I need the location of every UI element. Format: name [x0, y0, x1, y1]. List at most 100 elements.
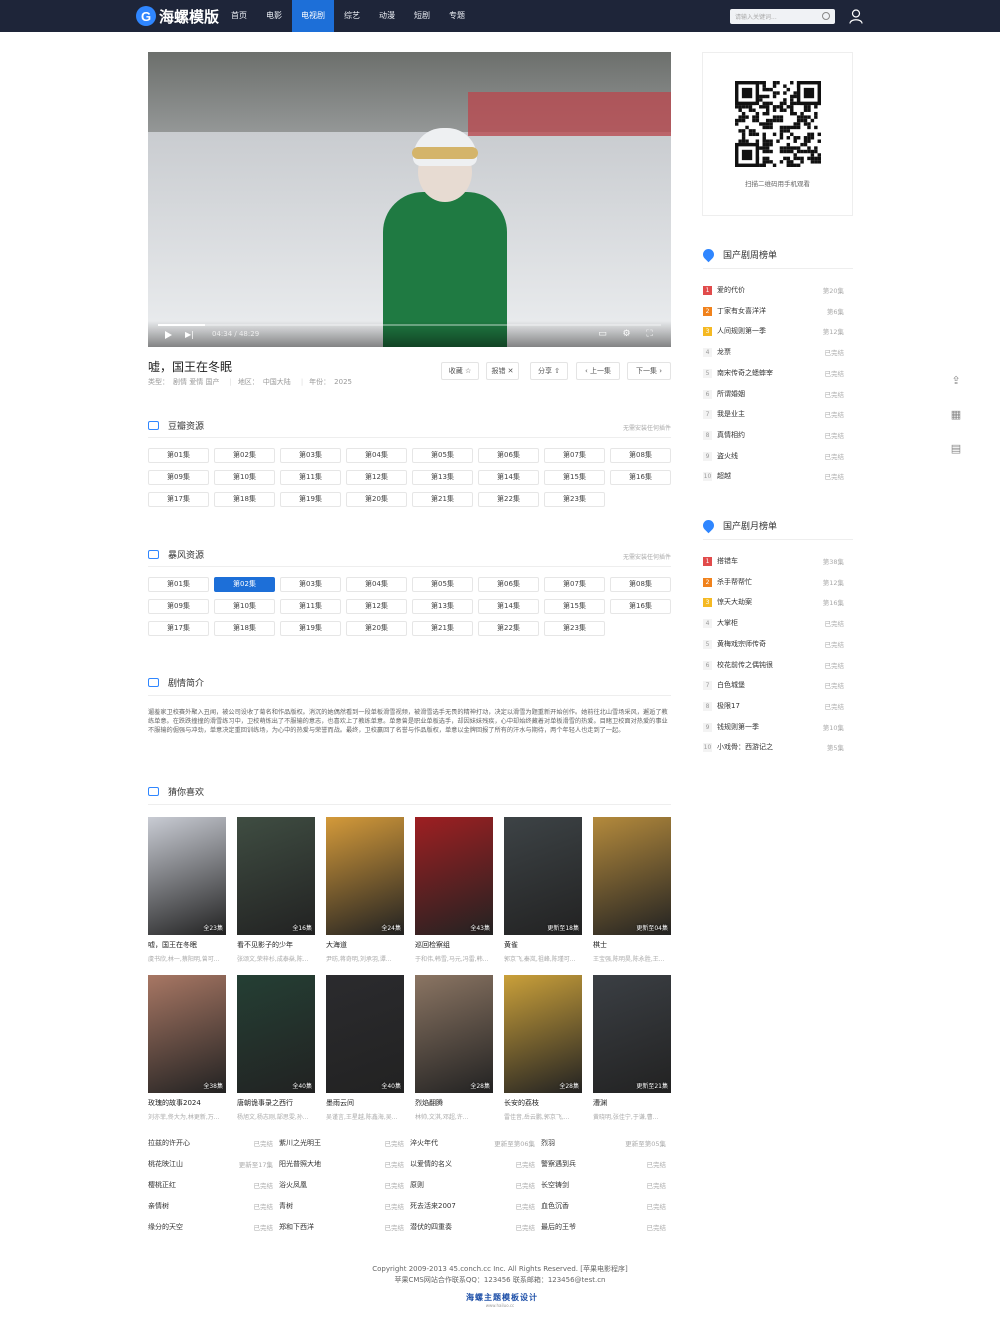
search-box[interactable]: 请输入关键词... [730, 9, 835, 24]
rank-item[interactable]: 6 所谓婚姻 已完结 [703, 389, 844, 401]
movie-poster[interactable]: 全16集 [237, 817, 315, 935]
rank-name[interactable]: 钱规则第一季 [717, 722, 759, 732]
text-list-name[interactable]: 死去活来2007 [410, 1201, 456, 1211]
movie-poster[interactable]: 全28集 [415, 975, 493, 1093]
text-list-name[interactable]: 青树 [279, 1201, 293, 1211]
episode-button[interactable]: 第13集 [412, 599, 473, 614]
rank-item[interactable]: 9 钱规则第一季 第10集 [703, 722, 844, 734]
movie-card[interactable]: 全24集 大海道 尹昉,蒋奇明,刘承羽,谭... [326, 817, 404, 963]
episode-button[interactable]: 第01集 [148, 448, 209, 463]
episode-button[interactable]: 第17集 [148, 492, 209, 507]
episode-button[interactable]: 第16集 [610, 470, 671, 485]
text-list-name[interactable]: 桃花映江山 [148, 1159, 183, 1169]
pip-icon[interactable]: ▭ [597, 330, 608, 339]
text-list-item[interactable]: 缘分的天空 已完结 [148, 1222, 273, 1234]
report-button[interactable]: 报错 ✕ [486, 362, 519, 380]
text-list-item[interactable]: 死去活来2007 已完结 [410, 1201, 535, 1213]
episode-button[interactable]: 第13集 [412, 470, 473, 485]
episode-button[interactable]: 第03集 [280, 448, 341, 463]
movie-title[interactable]: 墨雨云间 [326, 1098, 404, 1108]
text-list-name[interactable]: 最后的王爷 [541, 1222, 576, 1232]
prev-episode-button[interactable]: ‹ 上一集 [576, 362, 620, 380]
text-list-name[interactable]: 拉兹的许开心 [148, 1138, 190, 1148]
episode-button[interactable]: 第05集 [412, 448, 473, 463]
episode-button[interactable]: 第23集 [544, 621, 605, 636]
episode-button[interactable]: 第05集 [412, 577, 473, 592]
text-list-name[interactable]: 浴火凤凰 [279, 1180, 307, 1190]
episode-button[interactable]: 第21集 [412, 492, 473, 507]
rank-name[interactable]: 超越 [717, 471, 731, 481]
search-input[interactable]: 请输入关键词... [735, 12, 777, 21]
rank-item[interactable]: 8 极限17 已完结 [703, 701, 844, 713]
rank-name[interactable]: 大掌柜 [717, 618, 738, 628]
movie-poster[interactable]: 全40集 [326, 975, 404, 1093]
share-button[interactable]: 分享 ⇧ [530, 362, 568, 380]
rank-name[interactable]: 所谓婚姻 [717, 389, 745, 399]
rank-item[interactable]: 7 白色城堡 已完结 [703, 680, 844, 692]
episode-button[interactable]: 第12集 [346, 470, 407, 485]
nav-item[interactable]: 专题 [440, 0, 474, 32]
movie-card[interactable]: 更新至18集 黄雀 郭京飞,秦岚,祖峰,陈瑾可... [504, 817, 582, 963]
rank-item[interactable]: 4 龙票 已完结 [703, 347, 844, 359]
next-episode-button[interactable]: 下一集 › [627, 362, 671, 380]
rank-name[interactable]: 黄梅戏宗师传奇 [717, 639, 766, 649]
movie-title[interactable]: 棋士 [593, 940, 671, 950]
episode-button[interactable]: 第11集 [280, 599, 341, 614]
text-list-name[interactable]: 缘分的天空 [148, 1222, 183, 1232]
episode-button[interactable]: 第12集 [346, 599, 407, 614]
text-list-item[interactable]: 血色沉香 已完结 [541, 1201, 666, 1213]
movie-poster[interactable]: 更新至21集 [593, 975, 671, 1093]
rank-item[interactable]: 3 惊天大劫案 第16集 [703, 597, 844, 609]
play-icon[interactable] [165, 331, 172, 339]
rank-name[interactable]: 小戏骨：西游记之 [717, 742, 773, 752]
nav-item[interactable]: 电影 [257, 0, 291, 32]
rank-item[interactable]: 2 丁家有女喜洋洋 第6集 [703, 306, 844, 318]
rank-name[interactable]: 南宋传奇之蟋蟀宰 [717, 368, 773, 378]
text-list-name[interactable]: 烈羽 [541, 1138, 555, 1148]
rank-name[interactable]: 白色城堡 [717, 680, 745, 690]
episode-button[interactable]: 第16集 [610, 599, 671, 614]
video-player[interactable]: ▶| 04:34 / 48:29 ▭ ⚙ ⛶ [148, 52, 671, 347]
movie-title[interactable]: 唐朝诡事录之西行 [237, 1098, 315, 1108]
episode-button[interactable]: 第11集 [280, 470, 341, 485]
rank-name[interactable]: 爱的代价 [717, 285, 745, 295]
episode-button[interactable]: 第01集 [148, 577, 209, 592]
text-list-item[interactable]: 桃花映江山 更新至17集 [148, 1159, 273, 1171]
text-list-item[interactable]: 樱桃正红 已完结 [148, 1180, 273, 1192]
rank-name[interactable]: 杀手帮帮忙 [717, 577, 752, 587]
episode-button[interactable]: 第20集 [346, 621, 407, 636]
movie-card[interactable]: 全43集 巡回检察组 于和伟,韩雪,马元,冯雷,韩... [415, 817, 493, 963]
rank-item[interactable]: 8 真情相约 已完结 [703, 430, 844, 442]
nav-item[interactable]: 动漫 [370, 0, 404, 32]
text-list-name[interactable]: 潜伏的四重奏 [410, 1222, 452, 1232]
text-list-item[interactable]: 原则 已完结 [410, 1180, 535, 1192]
text-list-item[interactable]: 紫川之光明王 已完结 [279, 1138, 404, 1150]
share-float-icon[interactable]: ⇪ [942, 366, 970, 394]
episode-button[interactable]: 第14集 [478, 470, 539, 485]
movie-card[interactable]: 全40集 唐朝诡事录之西行 杨旭文,杨志刚,郜思雯,孙... [237, 975, 315, 1121]
episode-button[interactable]: 第02集 [214, 577, 275, 592]
movie-title[interactable]: 大海道 [326, 940, 404, 950]
movie-title[interactable]: 巡回检察组 [415, 940, 493, 950]
text-list-item[interactable]: 青树 已完结 [279, 1201, 404, 1213]
movie-title[interactable]: 嘘，国王在冬眠 [148, 940, 226, 950]
episode-button[interactable]: 第08集 [610, 577, 671, 592]
episode-button[interactable]: 第09集 [148, 470, 209, 485]
rank-name[interactable]: 龙票 [717, 347, 731, 357]
text-list-item[interactable]: 郑和下西洋 已完结 [279, 1222, 404, 1234]
site-logo[interactable]: G 海螺模版 [136, 5, 219, 27]
text-list-name[interactable]: 警察遇到兵 [541, 1159, 576, 1169]
text-list-item[interactable]: 最后的王爷 已完结 [541, 1222, 666, 1234]
episode-button[interactable]: 第18集 [214, 621, 275, 636]
movie-card[interactable]: 全23集 嘘，国王在冬眠 虞书欣,林一,蔡阳明,曾可... [148, 817, 226, 963]
text-list-name[interactable]: 阳光普照大地 [279, 1159, 321, 1169]
episode-button[interactable]: 第09集 [148, 599, 209, 614]
rank-name[interactable]: 搭错车 [717, 556, 738, 566]
rank-name[interactable]: 真情相约 [717, 430, 745, 440]
rank-name[interactable]: 校花前传之偶钝很 [717, 660, 773, 670]
episode-button[interactable]: 第10集 [214, 470, 275, 485]
text-list-item[interactable]: 潜伏的四重奏 已完结 [410, 1222, 535, 1234]
movie-poster[interactable]: 全24集 [326, 817, 404, 935]
movie-title[interactable]: 玫瑰的故事2024 [148, 1098, 226, 1108]
progress-bar[interactable] [158, 324, 661, 326]
